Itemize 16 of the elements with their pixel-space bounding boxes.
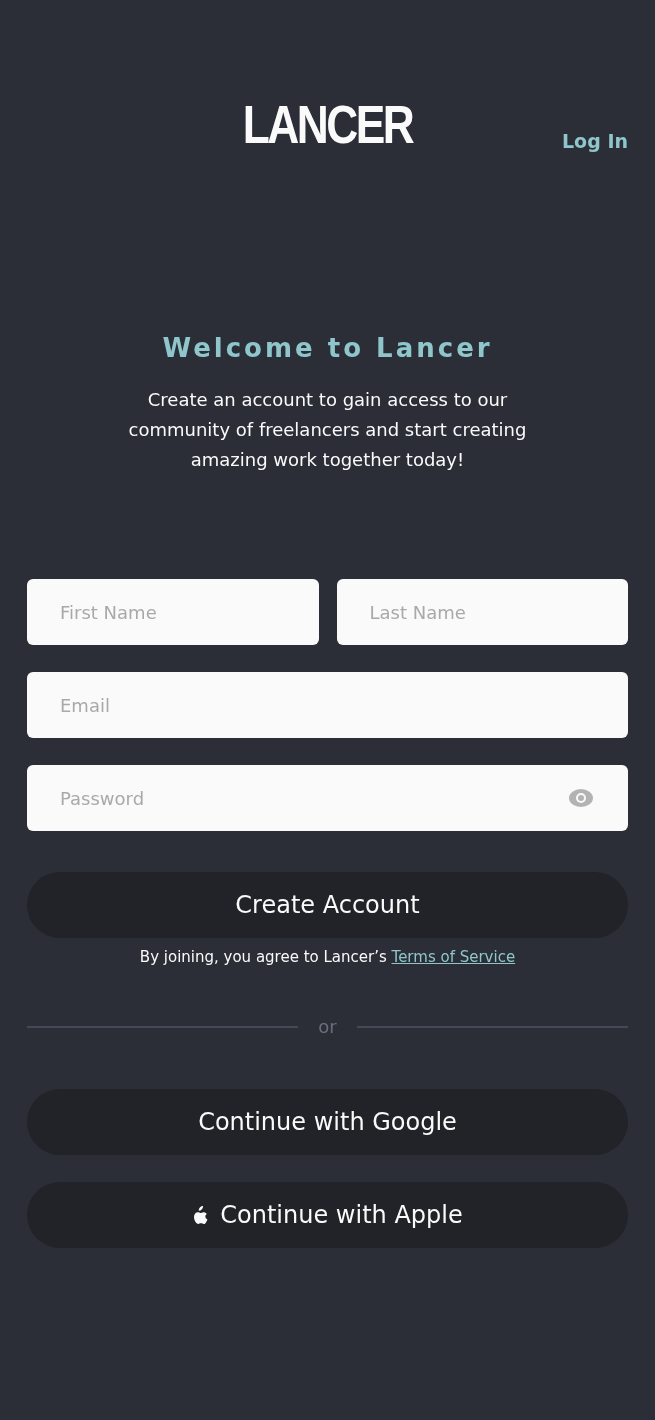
apple-icon bbox=[192, 1205, 209, 1225]
google-button[interactable]: Continue with Google bbox=[27, 1089, 628, 1155]
lancer-logo: LANCER bbox=[242, 98, 413, 150]
name-field[interactable]: Last Name bbox=[336, 579, 628, 645]
name-field[interactable]: First Name bbox=[27, 579, 319, 645]
password-field[interactable]: Password bbox=[27, 765, 628, 831]
log-in-link[interactable]: Log In bbox=[562, 130, 628, 152]
email-field[interactable]: Email bbox=[27, 672, 628, 738]
or-text: or bbox=[318, 1016, 337, 1037]
terms-link[interactable]: Terms of Service bbox=[391, 948, 516, 966]
apple-button[interactable]: Continue with Apple bbox=[27, 1182, 628, 1248]
eye-icon[interactable] bbox=[569, 789, 593, 807]
terms-text: By joining, you agree to Lancer’s Terms of Service bbox=[138, 948, 517, 966]
intro-text: Create an account to gain access to our community of freelancers and start creating amazing work together today! bbox=[127, 388, 528, 472]
create-account-button[interactable]: Create Account bbox=[27, 872, 628, 938]
welcome-title: Welcome to Lancer bbox=[161, 333, 494, 363]
